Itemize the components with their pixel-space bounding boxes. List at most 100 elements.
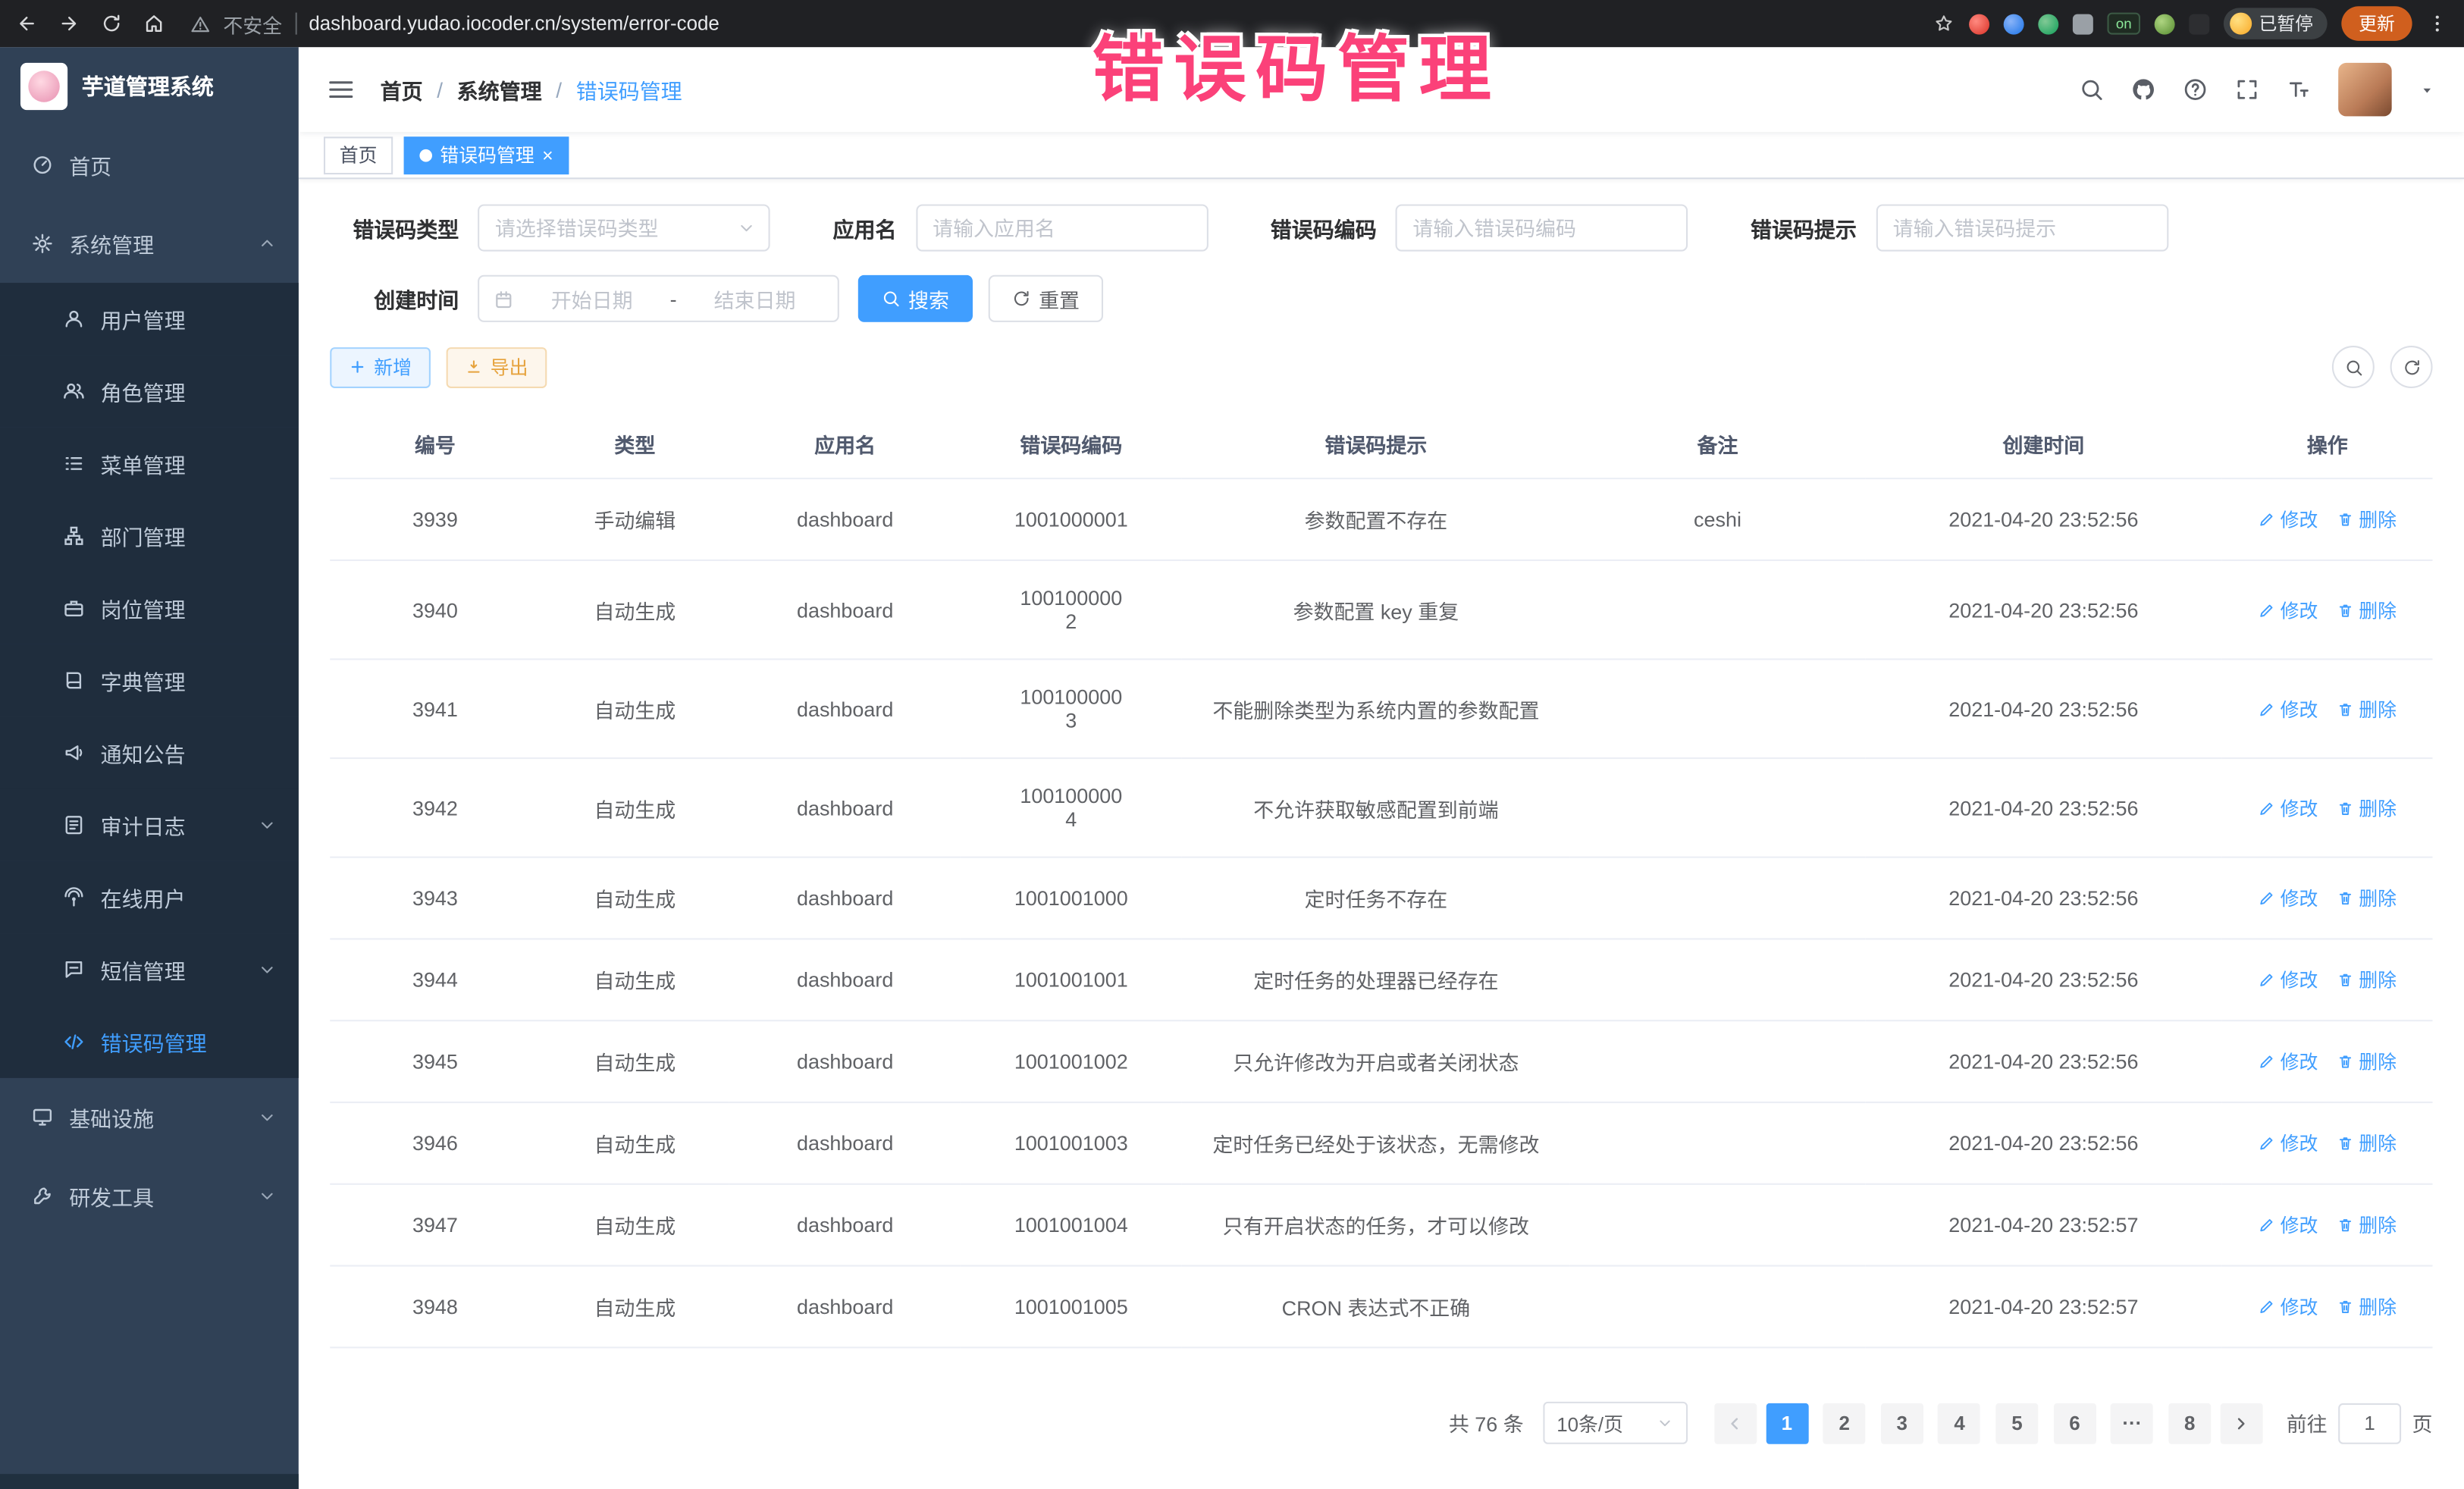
page-number-button[interactable]: 5 [1996, 1403, 2039, 1444]
sidebar-item[interactable]: 通知公告 [0, 716, 299, 788]
edit-link[interactable]: 修改 [2259, 695, 2318, 722]
sidebar-item[interactable]: 字典管理 [0, 644, 299, 716]
sidebar-item[interactable]: 角色管理 [0, 355, 299, 427]
extension-icon-green[interactable] [2039, 14, 2059, 34]
cell-app: dashboard [729, 478, 961, 560]
sidebar-item[interactable]: 研发工具 [0, 1157, 299, 1236]
cell-code: 1001001000 [961, 857, 1181, 939]
sidebar-item[interactable]: 在线用户 [0, 861, 299, 933]
edit-link[interactable]: 修改 [2259, 967, 2318, 993]
cell-type: 自动生成 [541, 1184, 730, 1266]
cell-type: 自动生成 [541, 939, 730, 1020]
delete-link[interactable]: 删除 [2337, 885, 2397, 911]
error-hint-input[interactable] [1876, 204, 2168, 251]
edit-link[interactable]: 修改 [2259, 597, 2318, 623]
edit-link[interactable]: 修改 [2259, 1212, 2318, 1238]
app-logo-row[interactable]: 芋道管理系统 [0, 47, 299, 126]
search-icon[interactable] [2079, 77, 2104, 102]
delete-link[interactable]: 删除 [2337, 597, 2397, 623]
home-icon[interactable] [143, 13, 165, 35]
cell-actions: 修改 删除 [2222, 1184, 2432, 1266]
breadcrumb-system[interactable]: 系统管理 [457, 74, 542, 105]
address-bar[interactable]: 不安全 dashboard.yudao.iocoder.cn/system/er… [190, 8, 1918, 38]
reload-icon[interactable] [101, 13, 123, 35]
extension-on-badge[interactable]: on [2108, 13, 2139, 35]
tag-tab[interactable]: 首页 [324, 136, 393, 174]
github-icon[interactable] [2131, 77, 2156, 102]
breadcrumb-home[interactable]: 首页 [381, 74, 423, 105]
page-number-button[interactable]: 4 [1939, 1403, 1981, 1444]
error-code-input[interactable] [1396, 204, 1688, 251]
sidebar-item[interactable]: 岗位管理 [0, 572, 299, 644]
delete-icon [2337, 1053, 2354, 1071]
edit-link[interactable]: 修改 [2259, 506, 2318, 532]
edit-link[interactable]: 修改 [2259, 1130, 2318, 1156]
avatar[interactable] [2338, 63, 2391, 116]
show-search-toggle-button[interactable] [2332, 346, 2375, 388]
delete-link[interactable]: 删除 [2337, 1293, 2397, 1320]
browser-menu-kebab-icon[interactable] [2426, 13, 2448, 35]
delete-link[interactable]: 删除 [2337, 795, 2397, 821]
extension-icon-gray[interactable] [2074, 14, 2094, 34]
delete-link[interactable]: 删除 [2337, 695, 2397, 722]
extension-icon-blue[interactable] [2005, 14, 2025, 34]
delete-link[interactable]: 删除 [2337, 1212, 2397, 1238]
sidebar-item[interactable]: 基础设施 [0, 1078, 299, 1157]
add-button[interactable]: 新增 [330, 346, 431, 387]
sidebar-item[interactable]: 部门管理 [0, 500, 299, 572]
delete-link[interactable]: 删除 [2337, 1130, 2397, 1156]
profile-paused-badge[interactable]: 已暂停 [2223, 8, 2328, 39]
error-type-select[interactable] [478, 204, 770, 251]
forward-icon[interactable] [58, 13, 80, 35]
fullscreen-icon[interactable] [2234, 77, 2259, 102]
app-name-input[interactable] [915, 204, 1208, 251]
next-page-button[interactable] [2221, 1403, 2263, 1444]
browser-update-button[interactable]: 更新 [2341, 6, 2412, 41]
refresh-table-button[interactable] [2390, 346, 2433, 388]
sidebar-item[interactable]: 菜单管理 [0, 428, 299, 500]
edit-link[interactable]: 修改 [2259, 795, 2318, 821]
font-size-icon[interactable] [2287, 77, 2312, 102]
edit-link[interactable]: 修改 [2259, 1293, 2318, 1320]
page-size-select[interactable]: 10条/页 [1543, 1402, 1688, 1444]
tag-tab[interactable]: 错误码管理 × [404, 136, 569, 174]
help-icon[interactable] [2183, 77, 2208, 102]
page-number-button[interactable]: 2 [1823, 1403, 1866, 1444]
page-number-button[interactable]: ··· [2111, 1403, 2153, 1444]
page-number-button[interactable]: 1 [1766, 1403, 1808, 1444]
sidebar-item[interactable]: 错误码管理 [0, 1006, 299, 1078]
cell-remark: ceshi [1570, 478, 1864, 560]
url-text: dashboard.yudao.iocoder.cn/system/error-… [309, 13, 719, 35]
extension-icon-pin[interactable] [2188, 14, 2209, 34]
delete-link[interactable]: 删除 [2337, 506, 2397, 532]
sidebar-item[interactable]: 系统管理 [0, 204, 299, 283]
reset-button[interactable]: 重置 [989, 275, 1103, 322]
page-number-button[interactable]: 6 [2053, 1403, 2096, 1444]
extension-icon-leaf[interactable] [2154, 14, 2174, 34]
extension-icon-red[interactable] [1970, 14, 1990, 34]
search-icon [2343, 358, 2362, 377]
sidebar-item[interactable]: 首页 [0, 126, 299, 205]
prev-page-button[interactable] [1713, 1403, 1756, 1444]
sidebar-item[interactable]: 审计日志 [0, 788, 299, 860]
close-icon[interactable]: × [542, 146, 553, 165]
sidebar-item[interactable]: 用户管理 [0, 283, 299, 355]
page-number-button[interactable]: 3 [1881, 1403, 1923, 1444]
delete-link[interactable]: 删除 [2337, 967, 2397, 993]
sidebar-collapse-bar[interactable] [0, 1473, 299, 1489]
search-button[interactable]: 搜索 [858, 275, 973, 322]
edit-link[interactable]: 修改 [2259, 885, 2318, 911]
bookmark-star-icon[interactable] [1933, 13, 1955, 35]
page-number-button[interactable]: 8 [2168, 1403, 2211, 1444]
error-code-table: 编号类型应用名错误码编码错误码提示备注创建时间操作 3939 手动编辑 dash… [330, 410, 2432, 1348]
edit-link[interactable]: 修改 [2259, 1048, 2318, 1074]
goto-page-input[interactable] [2338, 1403, 2401, 1444]
caret-down-icon[interactable] [2419, 81, 2436, 99]
back-icon[interactable] [16, 13, 38, 35]
sidebar-item[interactable]: 短信管理 [0, 933, 299, 1005]
table-row: 3942 自动生成 dashboard 100100000 4 不允许获取敏感配… [330, 758, 2432, 857]
delete-link[interactable]: 删除 [2337, 1048, 2397, 1074]
export-button[interactable]: 导出 [447, 346, 547, 387]
date-range-picker[interactable]: 开始日期 - 结束日期 [478, 275, 839, 322]
hamburger-icon[interactable] [327, 75, 355, 103]
